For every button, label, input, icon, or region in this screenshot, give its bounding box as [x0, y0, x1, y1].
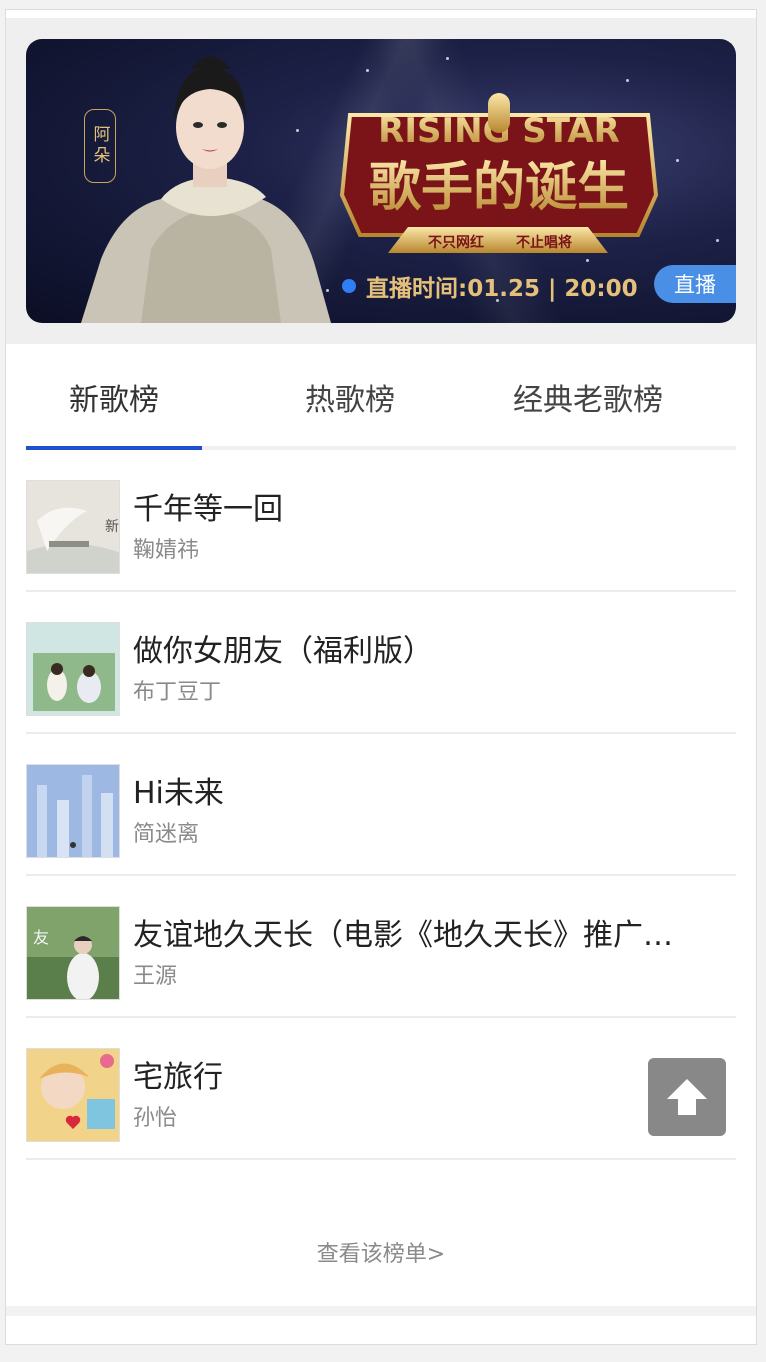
song-row[interactable]: 宅旅行 孙怡: [26, 1018, 736, 1160]
slogan-left: 不只网红: [428, 234, 484, 251]
live-tag[interactable]: 直播: [654, 265, 736, 303]
promo-banner[interactable]: 阿朵 RISING STAR 歌手的诞生 不只网红 不止唱将 直播时间:01.2…: [26, 39, 736, 323]
tab-hot-songs[interactable]: 热歌榜: [262, 344, 438, 450]
singer-photo: [81, 56, 331, 323]
album-cover: 新: [26, 480, 120, 574]
air-time: 直播时间:01.25 | 20:00: [342, 271, 638, 302]
show-title-cn: 歌手的诞生: [369, 158, 629, 218]
tab-classic-songs[interactable]: 经典老歌榜: [496, 344, 680, 450]
song-artist: 鞠婧祎: [133, 538, 200, 563]
live-dot-icon: [342, 279, 356, 293]
song-title: Hi未来: [133, 776, 224, 811]
chart-tabs: 新歌榜 热歌榜 经典老歌榜: [26, 344, 736, 450]
song-title: 做你女朋友（福利版）: [133, 634, 433, 669]
view-chart-link[interactable]: 查看该榜单>: [6, 1236, 756, 1268]
show-logo: RISING STAR 歌手的诞生 不只网红 不止唱将: [339, 93, 659, 253]
air-time-text: 直播时间:01.25 | 20:00: [366, 276, 638, 302]
song-artist: 孙怡: [133, 1106, 178, 1131]
song-row[interactable]: 做你女朋友（福利版） 布丁豆丁: [26, 592, 736, 734]
song-list: 新 千年等一回 鞠婧祎 做你女朋友（福利版） 布丁豆丁 Hi未来 简迷离 友 友…: [26, 450, 736, 1160]
page-frame: 阿朵 RISING STAR 歌手的诞生 不只网红 不止唱将 直播时间:01.2…: [5, 9, 757, 1345]
song-row[interactable]: 友 友谊地久天长（电影《地久天长》推广… 王源: [26, 876, 736, 1018]
album-cover: [26, 622, 120, 716]
album-cover: [26, 764, 120, 858]
song-artist: 布丁豆丁: [133, 680, 222, 705]
svg-text:新: 新: [105, 519, 119, 535]
song-artist: 简迷离: [133, 822, 200, 847]
tab-new-songs[interactable]: 新歌榜: [26, 344, 202, 450]
banner-section: 阿朵 RISING STAR 歌手的诞生 不只网红 不止唱将 直播时间:01.2…: [6, 18, 756, 344]
song-title: 千年等一回: [133, 492, 283, 527]
arrow-up-icon: [667, 1079, 707, 1115]
bottom-divider: [6, 1306, 756, 1316]
microphone-icon: [488, 93, 510, 133]
back-to-top-button[interactable]: [648, 1058, 726, 1136]
slogan-right: 不止唱将: [516, 234, 572, 251]
song-artist: 王源: [133, 964, 178, 989]
album-cover: 友: [26, 906, 120, 1000]
svg-text:友: 友: [33, 928, 49, 947]
song-row[interactable]: 新 千年等一回 鞠婧祎: [26, 450, 736, 592]
song-title: 友谊地久天长（电影《地久天长》推广…: [133, 918, 673, 953]
album-cover: [26, 1048, 120, 1142]
song-row[interactable]: Hi未来 简迷离: [26, 734, 736, 876]
song-title: 宅旅行: [133, 1060, 223, 1095]
